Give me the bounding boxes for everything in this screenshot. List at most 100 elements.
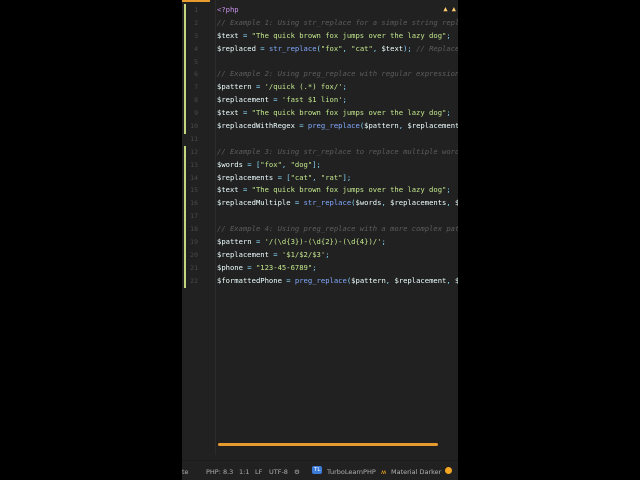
line-number: 3 [194,31,198,40]
code-line[interactable]: 20 $replacement = '$1/$2/$3'; [182,249,458,262]
line-number: 10 [190,122,198,131]
code-line[interactable]: 13 $words = ["fox", "dog"]; [182,159,458,172]
code-line[interactable]: 3 $text = "The quick brown fox jumps over… [182,30,458,43]
code-token: // Example 4: Using preg_replace with a … [217,224,458,234]
code-token: , [381,198,391,208]
line-text: $replacedMultiple = str_replace($words, … [217,197,458,210]
line-number: 17 [190,212,198,221]
theme-name[interactable]: Material Darker [391,468,441,476]
cursor-position[interactable]: 1:1 [239,468,249,476]
code-line[interactable]: 12 // Example 3: Using str_replace to rep… [182,146,458,159]
line-number: 8 [194,96,198,105]
code-token: $replacements [390,198,447,208]
code-token: $formattedPhone [217,275,282,285]
code-token: = [294,121,308,131]
plugin-badge[interactable]: TL [312,466,323,474]
code-token: $text [455,198,458,208]
code-token: ; [446,108,451,118]
code-token: ; [312,262,317,272]
code-line[interactable]: 1 <?php [182,4,458,17]
code-token: $text [217,185,239,195]
code-line[interactable]: 11 [182,133,458,146]
code-line[interactable]: 5 [182,56,458,69]
line-text: $replacement = '$1/$2/$3'; [217,249,330,262]
code-token: = [268,95,282,105]
code-token: // Example 1: Using str_replace for a si… [217,17,458,27]
code-line[interactable]: 9 $text = "The quick brown fox jumps over… [182,107,458,120]
active-tab-indicator [182,0,210,2]
line-number: 14 [190,173,198,182]
code-token: $replacement [217,249,269,259]
code-token: $pattern [217,82,252,92]
plugin-name[interactable]: TurboLearnPHP [327,468,376,476]
code-token: "cat" [351,43,373,53]
code-token: ; [342,82,347,92]
code-token: "fox" [260,159,282,169]
code-token: $words [355,198,382,208]
code-line[interactable]: 2 // Example 1: Using str_replace for a s… [182,17,458,30]
code-line[interactable]: 7 $pattern = '/quick (.*) fox/'; [182,81,458,94]
code-line[interactable]: 4 $replaced = str_replace("fox", "cat", $… [182,43,458,56]
line-ending[interactable]: LF [255,468,262,476]
code-token: str_replace [268,43,317,53]
code-token: $text [217,108,239,118]
code-token: $replacedMultiple [217,198,291,208]
code-token: , [446,198,456,208]
code-token: "123-45-6789" [255,262,313,272]
line-text: $pattern = '/quick (.*) fox/'; [217,81,347,94]
code-token: = [242,262,256,272]
code-token: '/(\d{3})-(\d{2})-(\d{4})/' [264,237,382,247]
code-line[interactable]: 16 $replacedMultiple = str_replace($words… [182,197,458,210]
code-line[interactable]: 18 // Example 4: Using preg_replace with … [182,223,458,236]
line-number: 20 [190,250,198,259]
line-number: 18 [190,225,198,234]
line-number: 2 [194,18,198,27]
line-text: // Example 1: Using str_replace for a si… [217,17,458,30]
code-token: = [268,249,282,259]
notification-icon[interactable] [445,467,452,474]
line-number: 5 [194,57,198,66]
code-token: $replacement [394,275,447,285]
line-number: 6 [194,70,198,79]
code-token: $replacement [407,121,458,131]
code-line[interactable]: 8 $replacement = 'fast $1 lion'; [182,94,458,107]
code-line[interactable]: 17 [182,210,458,223]
line-number: 16 [190,199,198,208]
code-token: , [446,275,456,285]
status-bar: te PHP: 8.3 1:1 LF UTF-8 ⚙ TL TurboLearn… [182,460,458,480]
code-token: "rat" [320,172,343,182]
file-encoding[interactable]: UTF-8 [269,468,288,476]
code-token: ; [446,185,451,195]
code-line[interactable]: 22 $formattedPhone = preg_replace($patter… [182,275,458,288]
php-version[interactable]: PHP: 8.3 [206,468,233,476]
code-token: ; [446,30,451,40]
code-token: $text [381,43,404,53]
code-token: 'fast $1 lion' [281,95,343,105]
code-editor[interactable]: ▲ ▲ 1 <?php 2// Example 1: Using str_repla… [182,0,458,480]
code-line[interactable]: 10 $replacedWithRegex = preg_replace($pat… [182,120,458,133]
code-token: $text [217,30,239,40]
line-number: 11 [190,134,198,143]
code-line[interactable]: 19 $pattern = '/(\d{3})-(\d{2})-(\d{4})/'… [182,236,458,249]
code-token: $replaced [217,43,256,53]
code-token: , [312,172,321,182]
line-text: $replacement = 'fast $1 lion'; [217,94,347,107]
code-line[interactable]: 6 // Example 2: Using preg_replace with r… [182,68,458,81]
code-token: = [238,108,252,118]
code-line[interactable]: 14 $replacements = ["cat", "rat"]; [182,172,458,185]
settings-icon[interactable]: ⚙ [294,468,300,476]
code-token: "fox" [320,43,343,53]
line-text: $text = "The quick brown fox jumps over … [217,107,451,120]
code-token: "The quick brown fox jumps over the lazy… [251,185,447,195]
horizontal-scrollbar[interactable] [218,443,438,446]
code-area[interactable]: 1 <?php 2 // Example 1: Using str_replace f… [182,4,458,288]
code-line[interactable]: 21 $phone = "123-45-6789"; [182,262,458,275]
line-text: $formattedPhone = preg_replace($pattern,… [217,275,458,288]
code-line[interactable]: 15 $text = "The quick brown fox jumps ove… [182,184,458,197]
code-token: $replacedWithRegex [217,121,295,131]
code-token: = [ [242,159,261,169]
code-token: str_replace [303,198,352,208]
code-token: '/quick (.*) fox/' [264,82,343,92]
line-text: $replacedWithRegex = preg_replace($patte… [217,120,458,133]
code-token: = [251,82,265,92]
